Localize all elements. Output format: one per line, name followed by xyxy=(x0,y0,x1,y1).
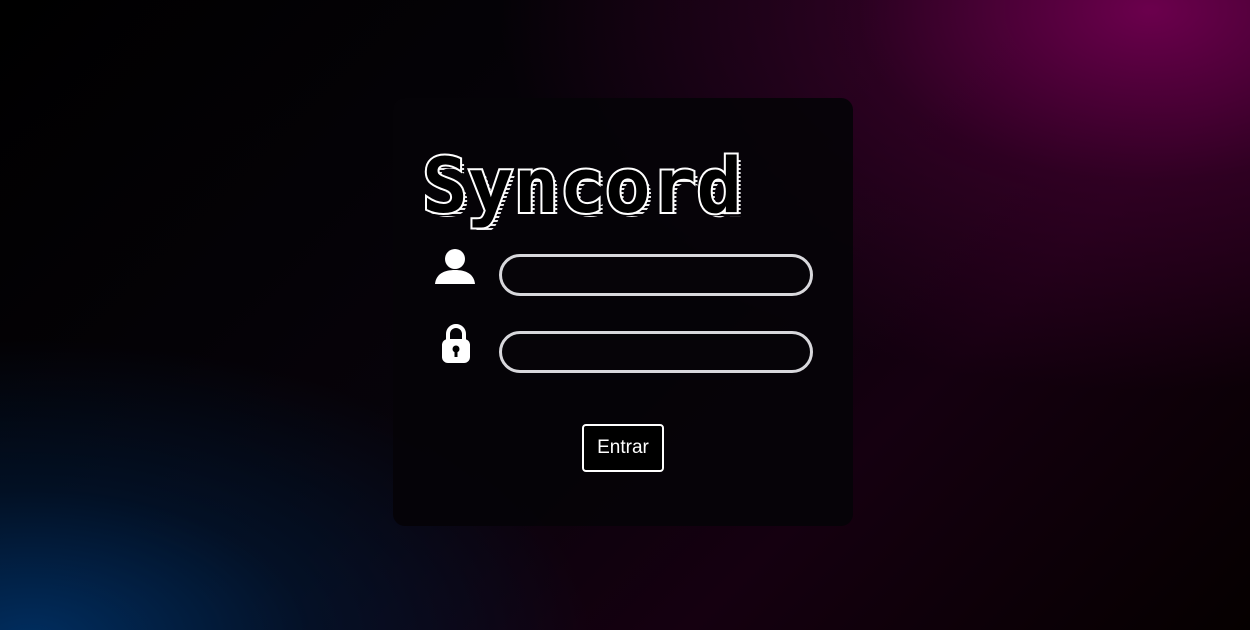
logo-text: Syncord xyxy=(422,148,742,230)
submit-button[interactable]: Entrar xyxy=(582,424,664,472)
app-logo: Syncord Syncord xyxy=(420,148,830,236)
user-icon xyxy=(433,244,477,288)
password-field[interactable] xyxy=(499,331,813,373)
username-field[interactable] xyxy=(499,254,813,296)
lock-icon xyxy=(434,321,478,365)
